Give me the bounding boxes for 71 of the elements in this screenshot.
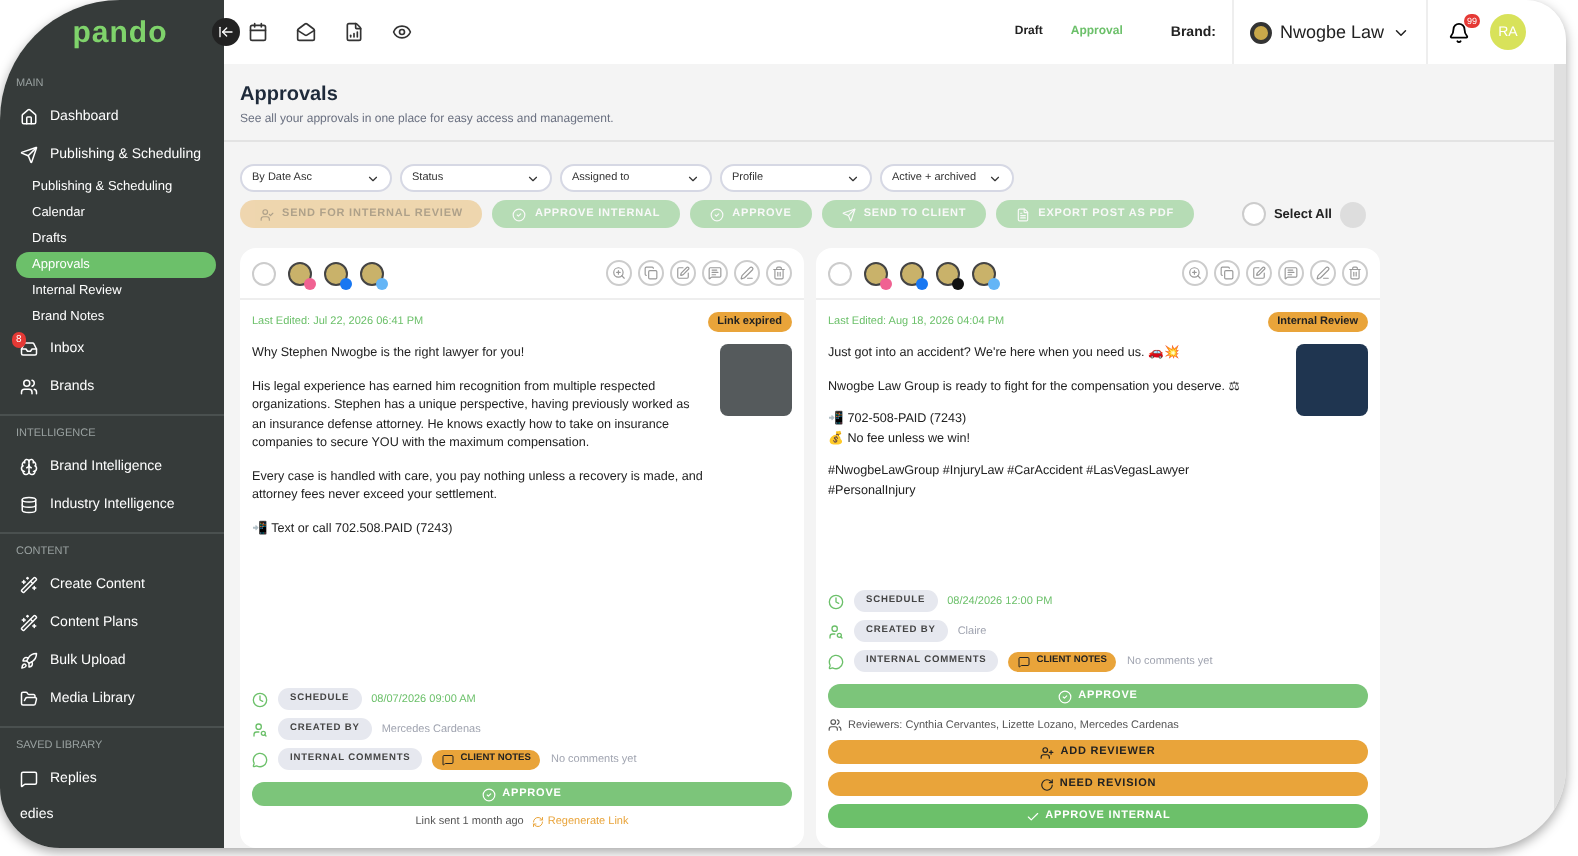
comment-icon[interactable] xyxy=(1278,260,1304,286)
clock-icon xyxy=(252,691,268,707)
card-checkbox[interactable] xyxy=(252,261,276,285)
chevron-down-icon xyxy=(366,171,380,185)
folder-icon xyxy=(20,690,38,708)
brand-selector[interactable]: Nwogbe Law xyxy=(1231,0,1428,64)
user-plus-icon xyxy=(1040,745,1055,759)
message-icon xyxy=(20,770,38,788)
eye-icon[interactable] xyxy=(392,22,412,42)
chevron-down-icon xyxy=(846,171,860,185)
comment-icon[interactable] xyxy=(702,260,728,286)
copy-icon[interactable] xyxy=(638,260,664,286)
document-icon xyxy=(1016,207,1031,221)
comment-icon xyxy=(252,751,268,767)
page-title: Approvals xyxy=(240,84,340,106)
home-icon xyxy=(20,108,38,126)
rocket-icon xyxy=(20,652,38,670)
select-all-checkbox[interactable] xyxy=(1241,202,1266,226)
copy-icon[interactable] xyxy=(1214,260,1240,286)
chevron-down-icon xyxy=(988,171,1003,185)
inbox-icon xyxy=(20,340,38,358)
users-icon xyxy=(828,718,842,732)
user-icon xyxy=(252,721,268,737)
zoom-icon[interactable] xyxy=(606,260,632,286)
refresh-icon xyxy=(531,816,544,828)
check-icon xyxy=(1025,809,1040,823)
profile-avatar-icon xyxy=(864,261,888,285)
brain-icon xyxy=(20,458,38,476)
send-icon xyxy=(20,146,38,164)
user-icon xyxy=(828,623,844,639)
edit-icon[interactable] xyxy=(1246,260,1272,286)
zoom-icon[interactable] xyxy=(1182,260,1208,286)
profile-avatar-icon xyxy=(360,261,384,285)
wand-icon xyxy=(20,576,38,594)
users-icon xyxy=(20,378,38,396)
report-icon[interactable] xyxy=(344,22,364,42)
pando-logo: pando xyxy=(70,16,170,50)
photo-placeholder xyxy=(1296,344,1368,416)
collapse-button[interactable] xyxy=(212,18,240,46)
profile-avatar-icon xyxy=(324,261,348,285)
comment-icon xyxy=(828,653,844,669)
note-icon xyxy=(1018,655,1031,667)
check-circle-icon xyxy=(482,787,497,801)
brand-logo xyxy=(1249,21,1272,43)
clock-icon xyxy=(828,593,844,609)
collapse-icon xyxy=(218,24,234,40)
photo-placeholder xyxy=(720,344,792,416)
refresh-icon xyxy=(1039,777,1054,791)
chevron-down-icon xyxy=(526,171,540,185)
profile-avatar-icon xyxy=(900,261,924,285)
send-icon xyxy=(841,207,856,221)
profile-avatar-icon xyxy=(288,261,312,285)
trash-icon[interactable] xyxy=(766,260,792,286)
check-circle-icon xyxy=(1058,689,1073,703)
trash-icon[interactable] xyxy=(1342,260,1368,286)
mail-icon[interactable] xyxy=(296,22,316,42)
bell-icon[interactable] xyxy=(1448,21,1470,43)
pen-icon[interactable] xyxy=(734,260,760,286)
chevron-down-icon xyxy=(686,171,700,185)
database-icon xyxy=(20,496,38,514)
note-icon xyxy=(442,753,455,765)
card-checkbox[interactable] xyxy=(828,261,852,285)
check-circle-icon xyxy=(710,207,725,221)
edit-icon[interactable] xyxy=(670,260,696,286)
check-circle-icon xyxy=(512,207,527,221)
profile-avatar-icon xyxy=(972,261,996,285)
wand-icon xyxy=(20,614,38,632)
pen-icon[interactable] xyxy=(1310,260,1336,286)
user-check-icon xyxy=(260,207,274,221)
profile-avatar-icon xyxy=(936,261,960,285)
calendar-icon[interactable] xyxy=(248,22,268,42)
